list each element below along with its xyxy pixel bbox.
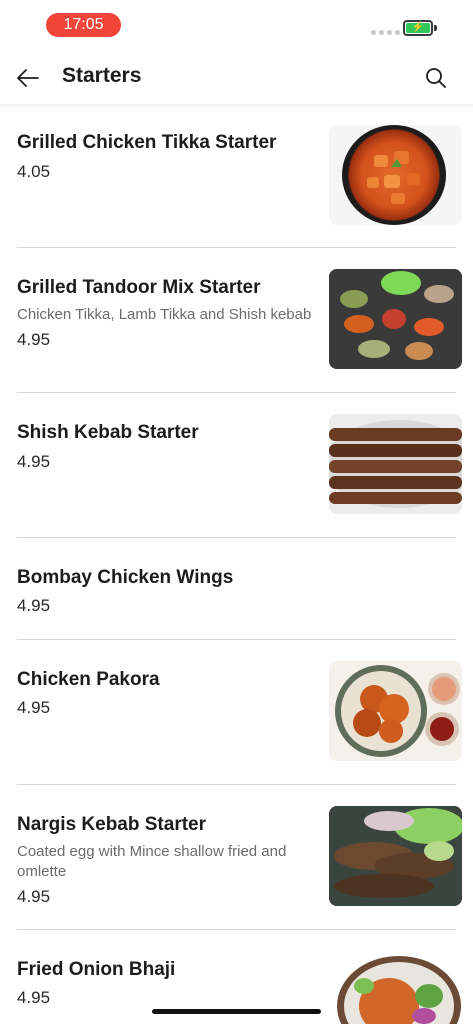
header: Starters xyxy=(0,52,473,104)
item-price: 4.95 xyxy=(17,452,51,471)
battery-icon: ⚡ xyxy=(403,20,433,36)
item-description: Chicken Tikka, Lamb Tikka and Shish keba… xyxy=(17,306,312,323)
chicken-tikka-illustration xyxy=(367,151,420,204)
menu-item[interactable]: Shish Kebab Starter 4.95 xyxy=(0,392,473,538)
arrow-left-icon xyxy=(17,69,39,87)
menu-item[interactable]: Chicken Pakora 4.95 xyxy=(0,639,473,785)
battery-cap xyxy=(434,25,437,31)
item-name: Grilled Tandoor Mix Starter xyxy=(17,277,261,298)
item-name: Bombay Chicken Wings xyxy=(17,567,234,588)
item-image xyxy=(329,951,462,1024)
item-image xyxy=(329,414,462,514)
item-image xyxy=(329,125,462,225)
item-price: 4.95 xyxy=(17,887,51,906)
item-name: Fried Onion Bhaji xyxy=(17,959,176,980)
item-description: Coated egg with Mince shallow fried and … xyxy=(17,843,287,880)
nargis-kebab-illustration xyxy=(329,806,462,906)
menu-item[interactable]: Grilled Tandoor Mix Starter Chicken Tikk… xyxy=(0,247,473,393)
search-icon xyxy=(426,68,446,88)
item-name: Chicken Pakora xyxy=(17,669,160,690)
status-bar: 17:05 ⚡ xyxy=(0,0,473,50)
item-name: Nargis Kebab Starter xyxy=(17,814,207,835)
item-price: 4.95 xyxy=(17,988,51,1007)
page-title: Starters xyxy=(62,64,142,87)
item-name: Grilled Chicken Tikka Starter xyxy=(17,132,277,153)
chicken-pakora-illustration xyxy=(329,661,462,761)
onion-bhaji-illustration xyxy=(329,951,462,1024)
tandoor-mix-illustration xyxy=(329,269,462,369)
item-price: 4.95 xyxy=(17,698,51,717)
shish-kebab-illustration xyxy=(329,414,462,514)
item-image xyxy=(329,269,462,369)
item-price: 4.95 xyxy=(17,596,51,615)
menu-list: Grilled Chicken Tikka Starter 4.05 Grill… xyxy=(0,110,473,1024)
item-name: Shish Kebab Starter xyxy=(17,422,199,443)
item-image xyxy=(329,661,462,761)
signal-icon xyxy=(371,30,400,35)
menu-item[interactable]: Bombay Chicken Wings 4.95 xyxy=(0,537,473,640)
item-price: 4.05 xyxy=(17,162,51,181)
home-indicator xyxy=(152,1009,321,1014)
menu-item[interactable]: Grilled Chicken Tikka Starter 4.05 xyxy=(0,110,473,248)
status-time: 17:05 xyxy=(46,13,121,37)
item-image xyxy=(329,806,462,906)
item-price: 4.95 xyxy=(17,330,51,349)
search-button[interactable] xyxy=(424,66,448,90)
back-button[interactable] xyxy=(14,64,42,92)
menu-item[interactable]: Nargis Kebab Starter Coated egg with Min… xyxy=(0,784,473,930)
